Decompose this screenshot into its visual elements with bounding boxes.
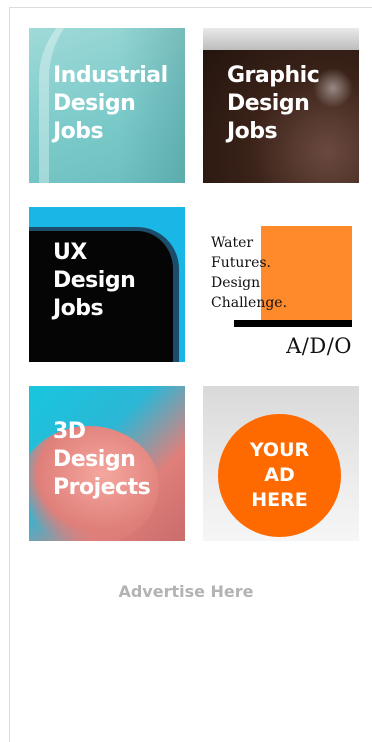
ado-logo: A/D/O bbox=[286, 334, 352, 358]
tile-label: Water Futures. Design Challenge. bbox=[211, 235, 288, 311]
water-futures-challenge-tile[interactable]: Water Futures. Design Challenge. A/D/O bbox=[203, 207, 359, 362]
3d-design-projects-tile[interactable]: 3D Design Projects bbox=[29, 386, 185, 541]
advertise-here-link[interactable]: Advertise Here bbox=[0, 582, 372, 601]
tile-label: Graphic Design Jobs bbox=[227, 63, 320, 144]
graphic-design-jobs-tile[interactable]: Graphic Design Jobs bbox=[203, 28, 359, 183]
tile-label: Industrial Design Jobs bbox=[53, 63, 168, 144]
tile-label: YOUR AD HERE bbox=[249, 439, 310, 511]
black-bar bbox=[234, 320, 352, 327]
ad-sidebar: Industrial Design Jobs Graphic Design Jo… bbox=[9, 7, 372, 742]
industrial-design-jobs-tile[interactable]: Industrial Design Jobs bbox=[29, 28, 185, 183]
ad-circle: YOUR AD HERE bbox=[218, 414, 341, 537]
decorative-band bbox=[203, 28, 359, 50]
ux-design-jobs-tile[interactable]: UX Design Jobs bbox=[29, 207, 185, 362]
your-ad-here-tile[interactable]: YOUR AD HERE bbox=[203, 386, 359, 541]
tile-label: 3D Design Projects bbox=[53, 419, 151, 500]
tile-label: UX Design Jobs bbox=[53, 240, 136, 321]
